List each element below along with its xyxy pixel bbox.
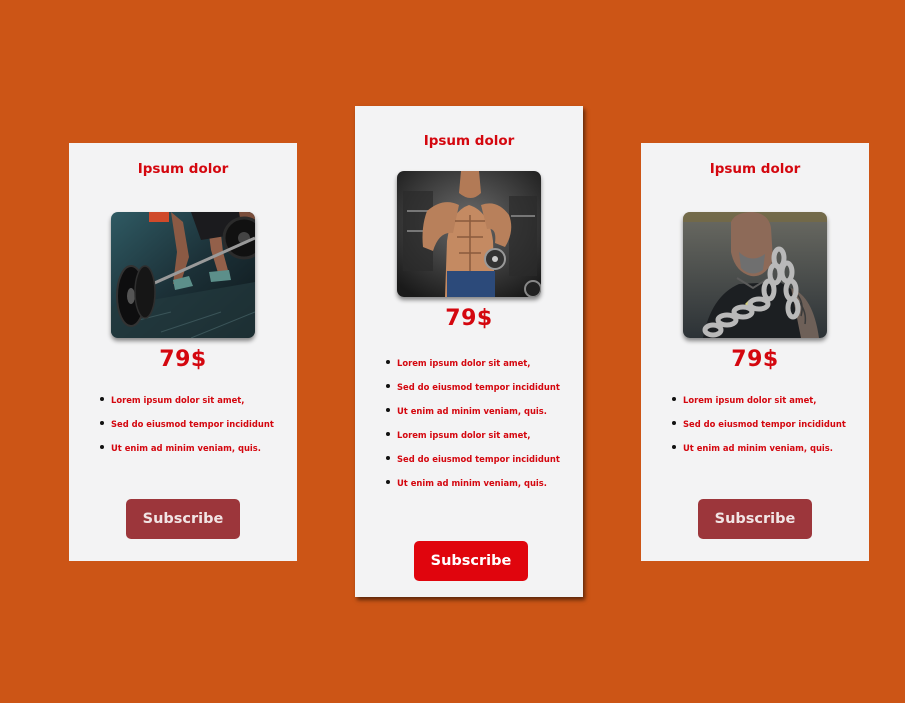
- list-item: Sed do eiusmod tempor incididunt: [100, 417, 274, 441]
- list-item: Ut enim ad minim veniam, quis.: [672, 441, 846, 465]
- pricing-card-right: Ipsum dolor 79$ Lorem ipsum dolor sit am…: [641, 143, 869, 561]
- list-item: Ut enim ad minim veniam, quis.: [100, 441, 274, 465]
- list-item: Lorem ipsum dolor sit amet,: [386, 356, 560, 380]
- pricing-card-featured: Ipsum dolor 79$ Lorem ipsum dolor sit am…: [355, 106, 583, 597]
- pricing-card-left: Ipsum dolor 79$ Lorem ipsum dolor sit am…: [69, 143, 297, 561]
- subscribe-button[interactable]: Subscribe: [126, 499, 240, 539]
- subscribe-button[interactable]: Subscribe: [698, 499, 812, 539]
- feature-list: Lorem ipsum dolor sit amet, Sed do eiusm…: [672, 393, 846, 465]
- list-item: Lorem ipsum dolor sit amet,: [100, 393, 274, 417]
- bodybuilder-dumbbell-photo: [397, 171, 541, 297]
- list-item: Sed do eiusmod tempor incididunt: [386, 380, 560, 404]
- price-label: 79$: [731, 347, 779, 372]
- list-item: Lorem ipsum dolor sit amet,: [386, 428, 560, 452]
- list-item: Sed do eiusmod tempor incididunt: [386, 452, 560, 476]
- list-item: Sed do eiusmod tempor incididunt: [672, 417, 846, 441]
- price-label: 79$: [445, 306, 493, 331]
- list-item: Ut enim ad minim veniam, quis.: [386, 404, 560, 428]
- card-title: Ipsum dolor: [709, 161, 801, 177]
- man-with-chains-photo: [683, 212, 827, 338]
- price-label: 79$: [159, 347, 207, 372]
- card-title: Ipsum dolor: [423, 133, 515, 149]
- list-item: Lorem ipsum dolor sit amet,: [672, 393, 846, 417]
- subscribe-button[interactable]: Subscribe: [414, 541, 528, 581]
- feature-list: Lorem ipsum dolor sit amet, Sed do eiusm…: [100, 393, 274, 465]
- card-title: Ipsum dolor: [137, 161, 229, 177]
- barbell-deadlift-photo: [111, 212, 255, 338]
- feature-list: Lorem ipsum dolor sit amet, Sed do eiusm…: [386, 356, 560, 500]
- list-item: Ut enim ad minim veniam, quis.: [386, 476, 560, 500]
